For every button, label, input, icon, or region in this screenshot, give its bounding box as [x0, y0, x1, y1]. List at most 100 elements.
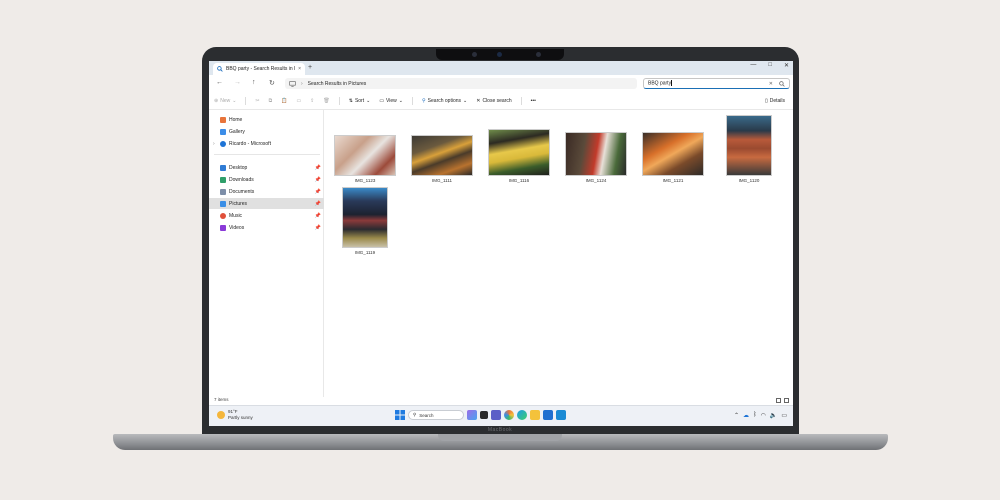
new-button[interactable]: ⊕ New ⌄ — [214, 98, 236, 104]
edge-icon[interactable] — [517, 410, 527, 420]
sort-button[interactable]: ⇅ Sort ⌄ — [349, 98, 371, 104]
tiles-view-icon[interactable] — [784, 398, 789, 403]
view-button[interactable]: ▭ View ⌄ — [379, 98, 403, 104]
chevron-down-icon: ⌄ — [463, 97, 468, 104]
search-value: BBQ party — [648, 80, 673, 87]
file-item[interactable]: IMG_1111 — [411, 135, 473, 183]
weather-widget[interactable]: 91°F Partly sunny — [217, 409, 253, 420]
screen: BBQ party - Search Results in P × + — □ … — [209, 61, 793, 426]
maximize-button[interactable]: □ — [768, 62, 772, 69]
path-text: Search Results in Pictures — [307, 80, 367, 87]
details-button[interactable]: ▯ Details — [765, 98, 785, 104]
sidebar-item-onedrive[interactable]: › Ricardo - Microsoft — [209, 138, 324, 149]
pin-icon: 📌 — [314, 224, 321, 231]
photo-thumbnail — [488, 129, 550, 176]
task-view-icon[interactable] — [480, 411, 488, 419]
laptop-hinge-notch — [438, 434, 562, 441]
gallery-icon — [220, 128, 226, 135]
close-window-button[interactable]: ✕ — [784, 62, 789, 69]
taskbar: 91°F Partly sunny ⚲ Search ⌃ ☁ ᛒ ◠ 🔈 ▭ — [209, 405, 793, 426]
pin-icon: 📌 — [314, 212, 321, 219]
view-icon: ▭ — [379, 97, 385, 104]
copilot-icon[interactable] — [467, 410, 477, 420]
weather-desc: Partly sunny — [228, 414, 253, 420]
sidebar-item-downloads[interactable]: Downloads 📌 — [209, 174, 324, 185]
file-item[interactable]: IMG_1123 — [334, 135, 396, 183]
system-tray: ⌃ ☁ ᛒ ◠ 🔈 ▭ — [734, 412, 787, 419]
outlook-icon[interactable] — [556, 410, 566, 420]
divider — [338, 96, 340, 105]
sidebar-item-desktop[interactable]: Desktop 📌 — [209, 162, 324, 173]
onedrive-tray-icon[interactable]: ☁ — [743, 412, 749, 419]
photo-thumbnail — [642, 132, 704, 176]
share-icon[interactable]: ⇪ — [310, 98, 314, 104]
bluetooth-icon[interactable]: ᛒ — [753, 412, 757, 419]
sidebar-item-home[interactable]: Home — [209, 114, 324, 125]
monitor-icon — [289, 80, 296, 87]
more-options-button[interactable]: ••• — [531, 98, 536, 104]
search-options-button[interactable]: ⚲ Search options ⌄ — [422, 98, 467, 104]
sidebar-item-pictures[interactable]: Pictures 📌 — [209, 198, 324, 209]
forward-arrow-icon[interactable]: → — [234, 79, 241, 86]
taskbar-search[interactable]: ⚲ Search — [408, 410, 464, 420]
file-item[interactable]: IMG_1121 — [642, 132, 704, 183]
chevron-down-icon: ⌄ — [398, 97, 403, 104]
rename-icon[interactable]: ▭ — [296, 98, 301, 104]
onedrive-icon — [220, 140, 226, 147]
details-pane-icon: ▯ — [764, 98, 768, 104]
chevron-up-icon[interactable]: ⌃ — [734, 412, 739, 419]
details-view-icon[interactable] — [776, 398, 781, 403]
pictures-icon — [220, 200, 226, 207]
navigation-pane: Home Gallery › Ricardo - Microsoft Deskt… — [209, 110, 324, 397]
path-field[interactable]: › Search Results in Pictures — [285, 78, 637, 89]
store-icon[interactable] — [543, 410, 553, 420]
close-search-button[interactable]: ✕ Close search — [476, 98, 511, 104]
refresh-icon[interactable]: ↻ — [269, 79, 275, 87]
teams-icon[interactable] — [491, 410, 501, 420]
wifi-icon[interactable]: ◠ — [761, 412, 766, 419]
laptop-brand: MacBook — [487, 427, 513, 433]
up-arrow-icon[interactable]: ↑ — [252, 79, 256, 86]
photo-thumbnail — [334, 135, 396, 176]
pin-icon: 📌 — [314, 164, 321, 171]
cut-icon[interactable]: ✂ — [255, 98, 259, 104]
photo-thumbnail — [565, 132, 627, 176]
music-icon — [220, 212, 226, 219]
clear-search-icon[interactable]: ✕ — [769, 81, 773, 87]
sidebar-item-gallery[interactable]: Gallery — [209, 126, 324, 137]
minimize-button[interactable]: — — [750, 62, 756, 69]
file-item[interactable]: IMG_1116 — [488, 129, 550, 183]
file-item[interactable]: IMG_1124 — [565, 132, 627, 183]
chevron-down-icon: ⌄ — [232, 97, 237, 104]
photos-icon[interactable] — [504, 410, 514, 420]
windows-start-icon[interactable] — [395, 410, 405, 420]
file-explorer-icon[interactable] — [530, 410, 540, 420]
delete-icon[interactable]: 🗑 — [323, 98, 329, 104]
photo-thumbnail — [342, 187, 388, 248]
new-tab-button[interactable]: + — [308, 64, 312, 71]
volume-icon[interactable]: 🔈 — [770, 412, 777, 419]
sidebar-item-music[interactable]: Music 📌 — [209, 210, 324, 221]
file-item[interactable]: IMG_1119 — [342, 187, 388, 255]
pin-icon: 📌 — [314, 176, 321, 183]
copy-icon[interactable]: ⧉ — [269, 98, 273, 104]
tab-search-results[interactable]: BBQ party - Search Results in P × — [213, 63, 305, 75]
tab-close-button[interactable]: × — [298, 66, 301, 72]
sidebar-item-documents[interactable]: Documents 📌 — [209, 186, 324, 197]
search-icon[interactable] — [779, 80, 785, 87]
back-arrow-icon[interactable]: ← — [216, 79, 223, 86]
search-options-icon: ⚲ — [422, 97, 426, 104]
chevron-right-icon: › — [213, 140, 215, 147]
sidebar-item-videos[interactable]: Videos 📌 — [209, 222, 324, 233]
file-list: IMG_1123 IMG_1111 IMG_1116 IMG_1124 IMG_… — [325, 110, 793, 397]
paste-icon[interactable]: 📋 — [281, 98, 287, 104]
home-icon — [220, 116, 226, 123]
taskbar-apps: ⚲ Search — [395, 410, 566, 420]
file-item[interactable]: IMG_1120 — [726, 115, 772, 183]
search-input[interactable]: BBQ party ✕ — [643, 78, 790, 89]
search-icon: ⚲ — [413, 412, 417, 417]
battery-icon[interactable]: ▭ — [781, 412, 787, 419]
divider — [245, 96, 247, 105]
photo-thumbnail — [726, 115, 772, 176]
command-bar: ⊕ New ⌄ ✂ ⧉ 📋 ▭ ⇪ 🗑 ⇅ Sort ⌄ ▭ View ⌄ ⚲ Search … — [209, 92, 793, 110]
